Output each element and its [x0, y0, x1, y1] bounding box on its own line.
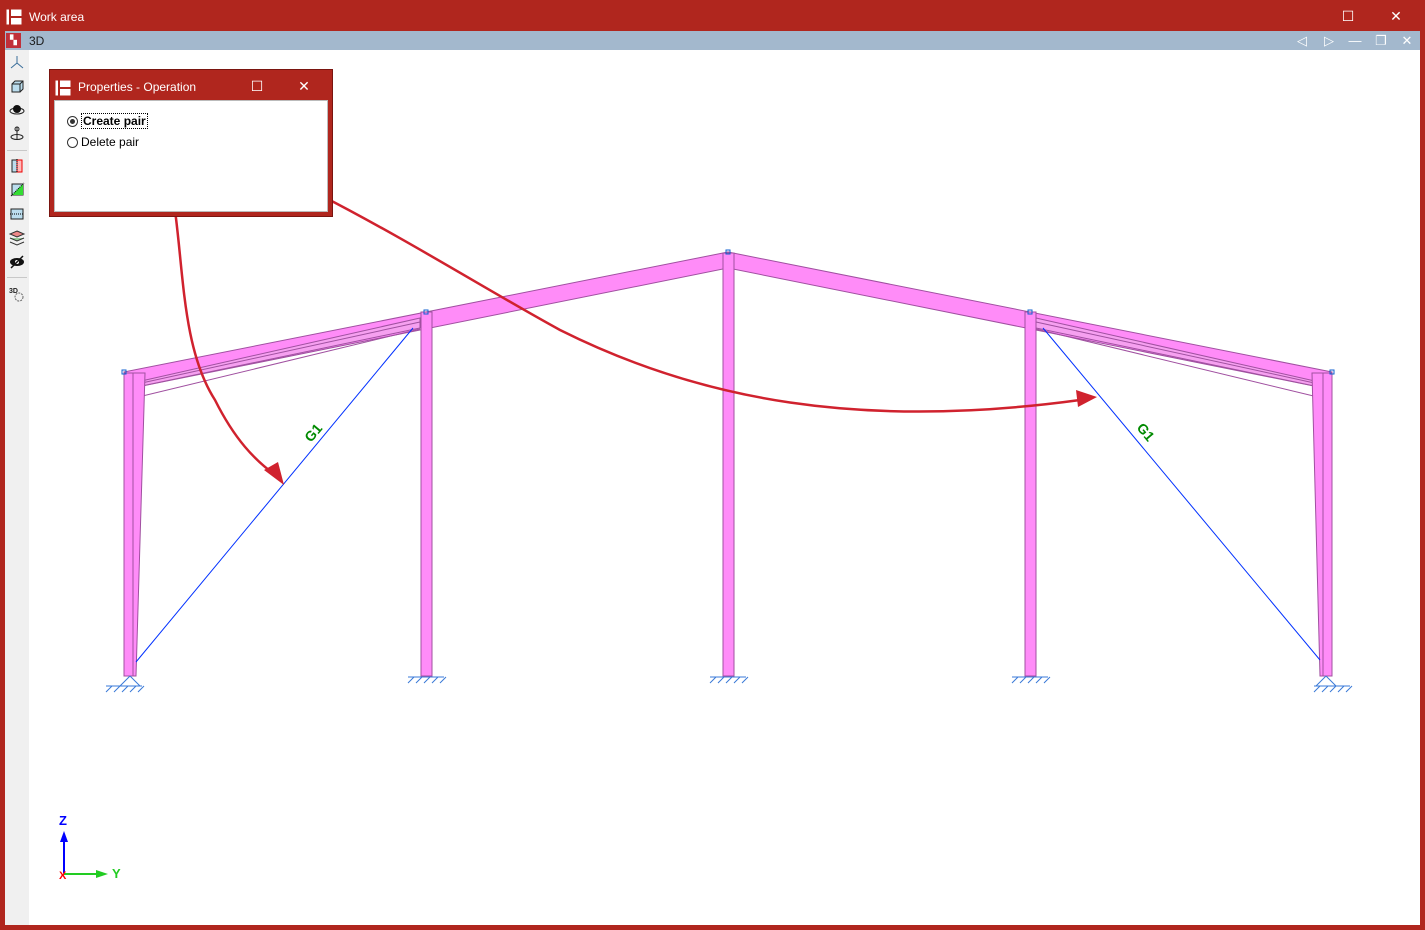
radio-label: Delete pair [81, 135, 140, 149]
dialog-close-button[interactable]: ✕ [293, 76, 315, 96]
column-3[interactable] [722, 252, 735, 677]
properties-dialog: Properties - Operation ☐ ✕ Create pair D… [49, 69, 333, 217]
column-2[interactable] [420, 311, 433, 677]
fixed-support-icon [1011, 676, 1051, 684]
fixed-support-icon [709, 676, 749, 684]
rafter-line [127, 321, 421, 387]
frame-members [123, 251, 1333, 677]
dialog-title: Properties - Operation [78, 80, 197, 94]
y-axis-label: Y [112, 866, 121, 881]
rafter-line [1035, 321, 1329, 387]
haunch-right[interactable] [1035, 317, 1329, 389]
pinned-support-icon [1313, 675, 1353, 693]
dialog-maximize-button[interactable]: ☐ [246, 76, 268, 96]
arrowhead-icon [264, 462, 284, 485]
column-5[interactable] [1311, 372, 1333, 677]
radio-unselected-icon [67, 136, 78, 148]
x-axis-label: X [59, 870, 67, 882]
y-arrowhead [96, 870, 108, 878]
pinned-support-icon [105, 675, 145, 693]
radio-label: Create pair [81, 113, 148, 129]
z-arrowhead [60, 831, 68, 842]
radio-create-pair[interactable]: Create pair [67, 113, 148, 129]
column-1[interactable] [123, 372, 146, 677]
radio-selected-icon [67, 115, 78, 127]
maximize-icon: ☐ [250, 78, 264, 94]
arrowhead-icon [1076, 390, 1097, 407]
brace-label: G1 [301, 420, 325, 445]
dialog-app-icon [55, 80, 71, 96]
radio-delete-pair[interactable]: Delete pair [67, 135, 139, 149]
fixed-support-icon [407, 676, 447, 684]
supports [105, 675, 1353, 693]
column-4[interactable] [1024, 311, 1037, 677]
axis-triad: X Z Y [59, 813, 121, 882]
close-icon: ✕ [298, 78, 310, 94]
z-axis-label: Z [59, 813, 67, 828]
dialog-body: Create pair Delete pair [54, 100, 328, 212]
haunch-left[interactable] [127, 317, 421, 389]
